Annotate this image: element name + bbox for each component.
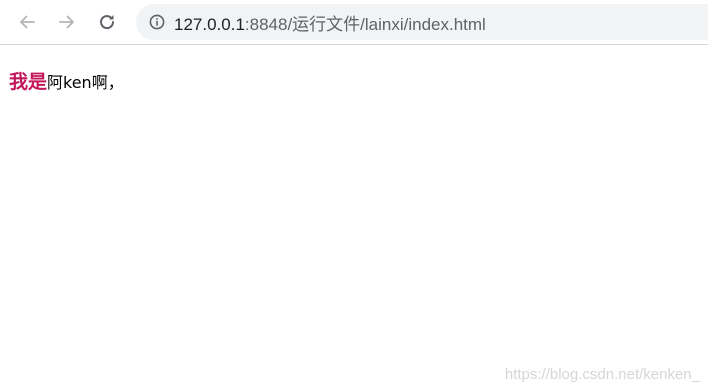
- body-text: 阿ken啊，: [47, 73, 124, 92]
- emphasized-text: 我是: [9, 71, 48, 93]
- watermark: https://blog.csdn.net/kenken_: [504, 366, 700, 383]
- info-circle-icon[interactable]: [148, 13, 166, 31]
- back-button[interactable]: [14, 9, 40, 35]
- url-host: 127.0.0.1: [174, 14, 245, 34]
- page-content: 我是阿ken啊，: [9, 70, 124, 95]
- arrow-left-icon: [20, 15, 35, 29]
- browser-toolbar: 127.0.0.1:8848/运行文件/lainxi/index.html: [0, 0, 708, 45]
- arrow-right-icon: [59, 15, 74, 29]
- address-bar[interactable]: 127.0.0.1:8848/运行文件/lainxi/index.html: [136, 4, 708, 40]
- url-text[interactable]: 127.0.0.1:8848/运行文件/lainxi/index.html: [174, 10, 486, 35]
- url-path: :8848/运行文件/lainxi/index.html: [244, 14, 486, 34]
- reload-button[interactable]: [94, 9, 120, 35]
- forward-button[interactable]: [54, 9, 80, 35]
- reload-icon: [100, 15, 115, 30]
